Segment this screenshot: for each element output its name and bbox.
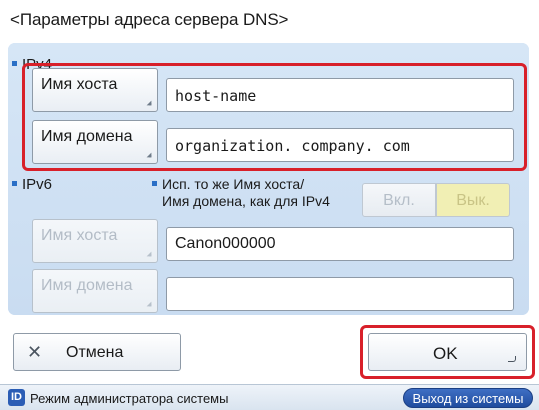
ipv6-domain-name-field[interactable] [166, 277, 514, 311]
ipv4-highlight-box [22, 63, 527, 171]
close-icon: ✕ [27, 342, 43, 362]
admin-mode-text: Режим администратора системы [30, 391, 229, 406]
corner-arrow-icon [146, 301, 152, 307]
toggle-off-button[interactable]: Вык. [436, 183, 510, 217]
ipv6-section-label: IPv6 [12, 176, 52, 193]
bullet-icon [12, 180, 17, 186]
ipv6-host-name-button[interactable]: Имя хоста [32, 219, 158, 263]
logout-button[interactable]: Выход из системы [403, 388, 533, 408]
toggle-on-button[interactable]: Вкл. [362, 183, 436, 217]
bullet-icon [152, 180, 157, 186]
corner-arrow-icon [146, 251, 152, 257]
status-bar: ID Режим администратора системы Выход из… [0, 384, 539, 410]
same-as-ipv4-note: Исп. то же Имя хоста/ Имя домена, как дл… [152, 176, 330, 210]
cancel-button[interactable]: ✕ Отмена [13, 333, 181, 371]
ok-highlight-box [360, 325, 535, 379]
bullet-icon [12, 60, 17, 66]
dns-settings-screen: <Параметры адреса сервера DNS> IPv4 Имя … [0, 0, 539, 410]
id-icon: ID [8, 389, 25, 406]
ipv6-domain-name-button[interactable]: Имя домена [32, 269, 158, 313]
dialog-title: <Параметры адреса сервера DNS> [10, 10, 289, 29]
ipv6-host-name-field[interactable]: Canon000000 [166, 227, 514, 261]
